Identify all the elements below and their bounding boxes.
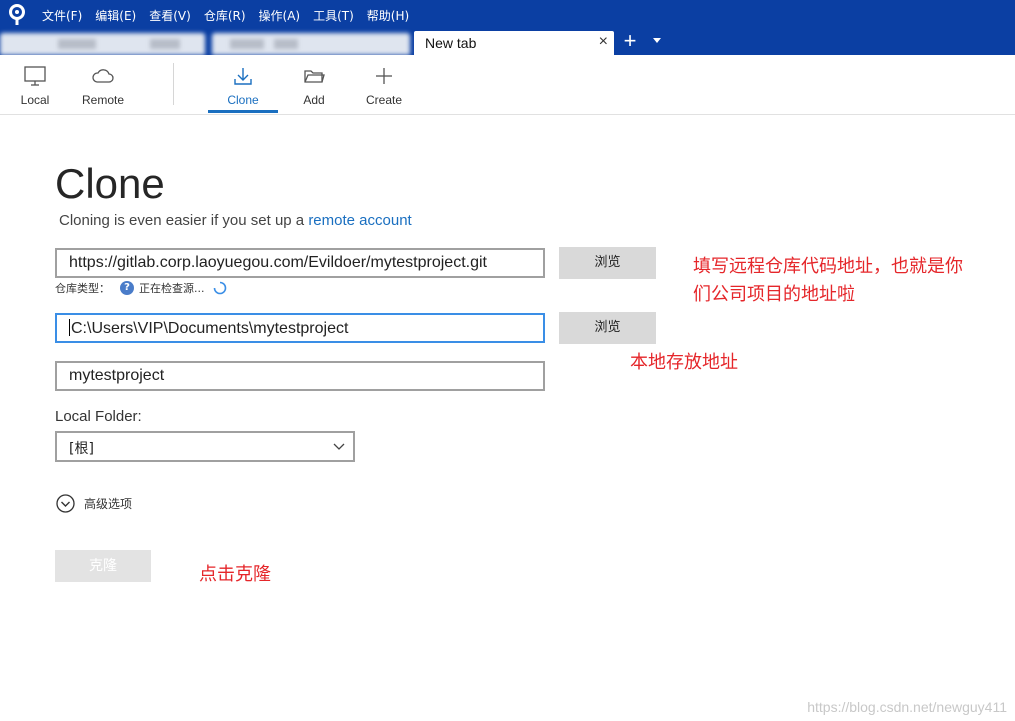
text-caret — [69, 319, 70, 336]
annotation-click-clone: 点击克隆 — [199, 564, 271, 585]
tab-blurred-1[interactable] — [0, 33, 205, 55]
chevron-down-icon — [333, 443, 345, 450]
question-icon: ? — [120, 281, 134, 295]
menu-repository[interactable]: 仓库(R) — [204, 7, 246, 24]
toolbar-local-button[interactable]: Local — [0, 55, 70, 114]
toolbar: Local Remote Clone Add Create — [0, 55, 1015, 115]
menu-file[interactable]: 文件(F) — [42, 7, 82, 24]
watermark: https://blog.csdn.net/newguy411 — [807, 699, 1007, 715]
menu-bar: 文件(F) 编辑(E) 查看(V) 仓库(R) 操作(A) 工具(T) 帮助(H… — [42, 0, 422, 30]
annotation-remote-line1: 填写远程仓库代码地址，也就是你 — [693, 256, 963, 277]
browse-source-button[interactable]: 浏览 — [559, 247, 656, 279]
page-title: Clone — [55, 160, 165, 207]
menu-tools[interactable]: 工具(T) — [313, 7, 354, 24]
toolbar-clone-label: Clone — [227, 93, 259, 107]
annotation-remote-url: 填写远程仓库代码地址，也就是你 们公司项目的地址啦 — [693, 253, 963, 309]
plus-icon — [376, 68, 392, 84]
toolbar-divider — [173, 63, 174, 105]
tab-new[interactable]: New tab × — [414, 31, 614, 55]
local-folder-value: [根] — [69, 441, 94, 457]
toolbar-create-label: Create — [365, 93, 403, 107]
remote-account-link[interactable]: remote account — [308, 212, 411, 229]
monitor-icon — [24, 66, 46, 86]
source-url-input[interactable]: https://gitlab.corp.laoyuegou.com/Evildo… — [55, 248, 545, 278]
advanced-options-label: 高级选项 — [84, 496, 133, 511]
repo-type-status: 正在检查源... — [139, 282, 205, 295]
add-tab-icon[interactable]: + — [621, 30, 639, 52]
toolbar-add-label: Add — [303, 93, 325, 107]
menu-view[interactable]: 查看(V) — [149, 7, 191, 24]
destination-path-input[interactable]: C:\Users\VIP\Documents\mytestproject — [55, 313, 545, 343]
toolbar-create-button[interactable]: Create — [349, 55, 419, 114]
app-logo-icon — [9, 4, 25, 25]
browse-destination-button[interactable]: 浏览 — [559, 312, 656, 344]
repo-type-label: 仓库类型： — [55, 282, 110, 295]
advanced-options-toggle[interactable]: 高级选项 — [56, 493, 132, 513]
page-subtitle: Cloning is even easier if you set up a r… — [59, 212, 412, 229]
download-icon — [234, 68, 252, 85]
tab-blurred-2[interactable] — [212, 33, 410, 55]
title-bar: 文件(F) 编辑(E) 查看(V) 仓库(R) 操作(A) 工具(T) 帮助(H… — [0, 0, 1015, 30]
tab-dropdown-icon[interactable] — [653, 38, 661, 43]
toolbar-clone-button[interactable]: Clone — [208, 55, 278, 114]
tab-bar: New tab × — [0, 30, 1015, 55]
active-tab-indicator — [208, 110, 278, 113]
folder-icon — [304, 70, 325, 83]
toolbar-remote-label: Remote — [81, 93, 125, 107]
repo-type-row: 仓库类型： ? 正在检查源... — [55, 279, 227, 297]
expand-circle-icon — [56, 493, 75, 513]
tab-title: New tab — [425, 35, 477, 51]
repo-name-input[interactable]: mytestproject — [55, 361, 545, 391]
menu-actions[interactable]: 操作(A) — [259, 7, 301, 24]
toolbar-local-label: Local — [20, 93, 50, 107]
menu-help[interactable]: 帮助(H) — [367, 7, 409, 24]
cloud-icon — [92, 69, 114, 83]
menu-edit[interactable]: 编辑(E) — [95, 7, 136, 24]
close-icon[interactable]: × — [599, 34, 608, 50]
clone-button[interactable]: 克隆 — [55, 550, 151, 582]
annotation-local-path: 本地存放地址 — [630, 352, 738, 373]
local-folder-select[interactable]: [根] — [55, 431, 355, 462]
annotation-remote-line2: 们公司项目的地址啦 — [693, 284, 855, 305]
spinner-icon — [213, 281, 226, 295]
toolbar-remote-button[interactable]: Remote — [68, 55, 138, 114]
destination-path-value: C:\Users\VIP\Documents\mytestproject — [71, 320, 349, 337]
local-folder-label: Local Folder: — [55, 408, 142, 425]
toolbar-add-button[interactable]: Add — [279, 55, 349, 114]
subtitle-text: Cloning is even easier if you set up a — [59, 212, 309, 229]
